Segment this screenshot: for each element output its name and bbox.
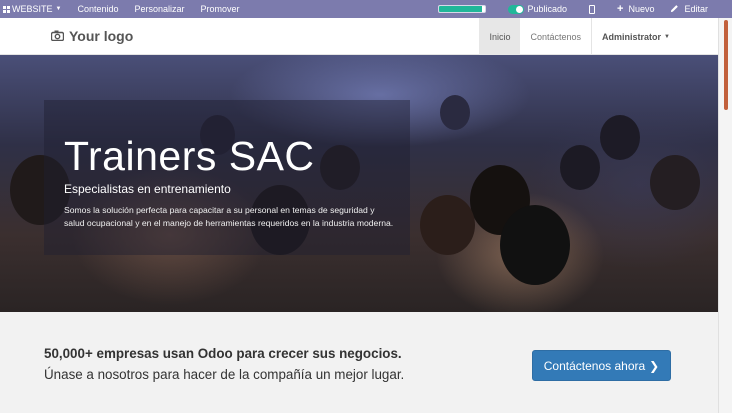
hero-description: Somos la solución perfecta para capacita… [64,205,394,229]
toggle-switch-icon [507,4,524,14]
apps-grid-icon [3,5,10,13]
mobile-phone-icon [589,4,596,14]
edit-button[interactable]: Editar [662,0,732,18]
cta-subline: Únase a nosotros para hacer de la compañ… [44,367,405,382]
menu-personalizar[interactable]: Personalizar [127,0,193,18]
caret-down-icon: ▼ [55,6,62,12]
mobile-preview-button[interactable] [575,0,609,18]
menu-promover[interactable]: Promover [193,0,248,18]
menu-contenido[interactable]: Contenido [69,0,126,18]
call-to-action-section: 50,000+ empresas usan Odoo para crecer s… [0,312,718,413]
cta-headline: 50,000+ empresas usan Odoo para crecer s… [44,346,402,361]
seo-progress-bar[interactable] [437,5,486,13]
camera-icon [50,28,65,44]
contact-now-button[interactable]: Contáctenos ahora ❯ [532,350,671,381]
website-menu[interactable]: WEBSITE ▼ [0,0,69,18]
editor-top-bar: WEBSITE ▼ Contenido Personalizar Promove… [0,0,732,18]
new-label: Nuevo [628,4,655,14]
publish-toggle[interactable]: Publicado [500,0,576,18]
contact-now-label: Contáctenos ahora [543,358,646,373]
pencil-icon [670,4,679,15]
scrollbar-thumb[interactable] [724,20,728,110]
nav-item-administrator[interactable]: Administrator ▼ [591,18,718,55]
site-header: Your logo Inicio Contáctenos Administrat… [0,18,718,55]
nav-item-inicio[interactable]: Inicio [479,18,521,55]
publish-label: Publicado [527,4,568,14]
progress-fill [438,6,483,12]
plus-icon: + [617,2,624,15]
new-button[interactable]: + Nuevo [609,0,662,18]
hero-title: Trainers SAC [64,133,315,179]
admin-label: Administrator [602,31,662,42]
chevron-right-icon: ❯ [649,358,660,373]
page-scrollbar[interactable] [718,18,732,413]
nav-item-contactenos[interactable]: Contáctenos [520,18,591,55]
edit-label: Editar [684,4,708,14]
site-logo[interactable]: Your logo [50,28,134,44]
hero-banner: Trainers SAC Especialistas en entrenamie… [0,55,718,312]
main-nav: Inicio Contáctenos Administrator ▼ [479,18,718,55]
caret-down-icon: ▼ [664,33,670,40]
website-menu-label: WEBSITE [12,4,53,14]
logo-text: Your logo [69,28,134,44]
hero-subtitle: Especialistas en entrenamiento [64,182,231,196]
